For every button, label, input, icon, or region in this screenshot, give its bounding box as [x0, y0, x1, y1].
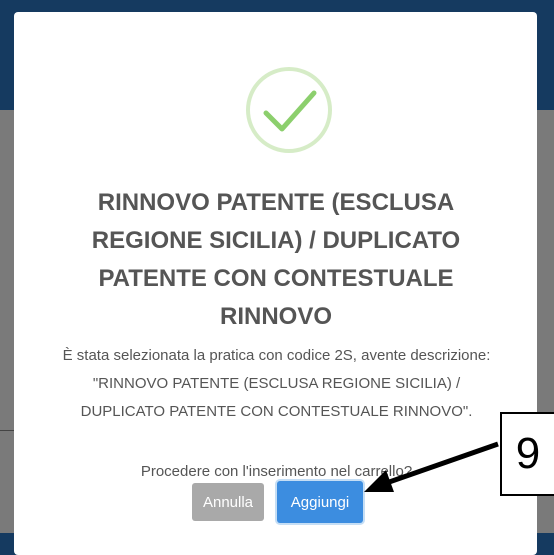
add-to-cart-button[interactable]: Aggiungi	[277, 481, 363, 523]
step-number-callout: 9	[500, 412, 554, 496]
arrow-icon	[364, 441, 499, 492]
dialog-message: È stata selezionata la pratica con codic…	[62, 347, 491, 420]
cancel-button[interactable]: Annulla	[192, 483, 264, 521]
dialog-title: RINNOVO PATENTE (ESCLUSA REGIONE SICILIA…	[91, 189, 461, 330]
success-check-icon	[246, 67, 332, 153]
